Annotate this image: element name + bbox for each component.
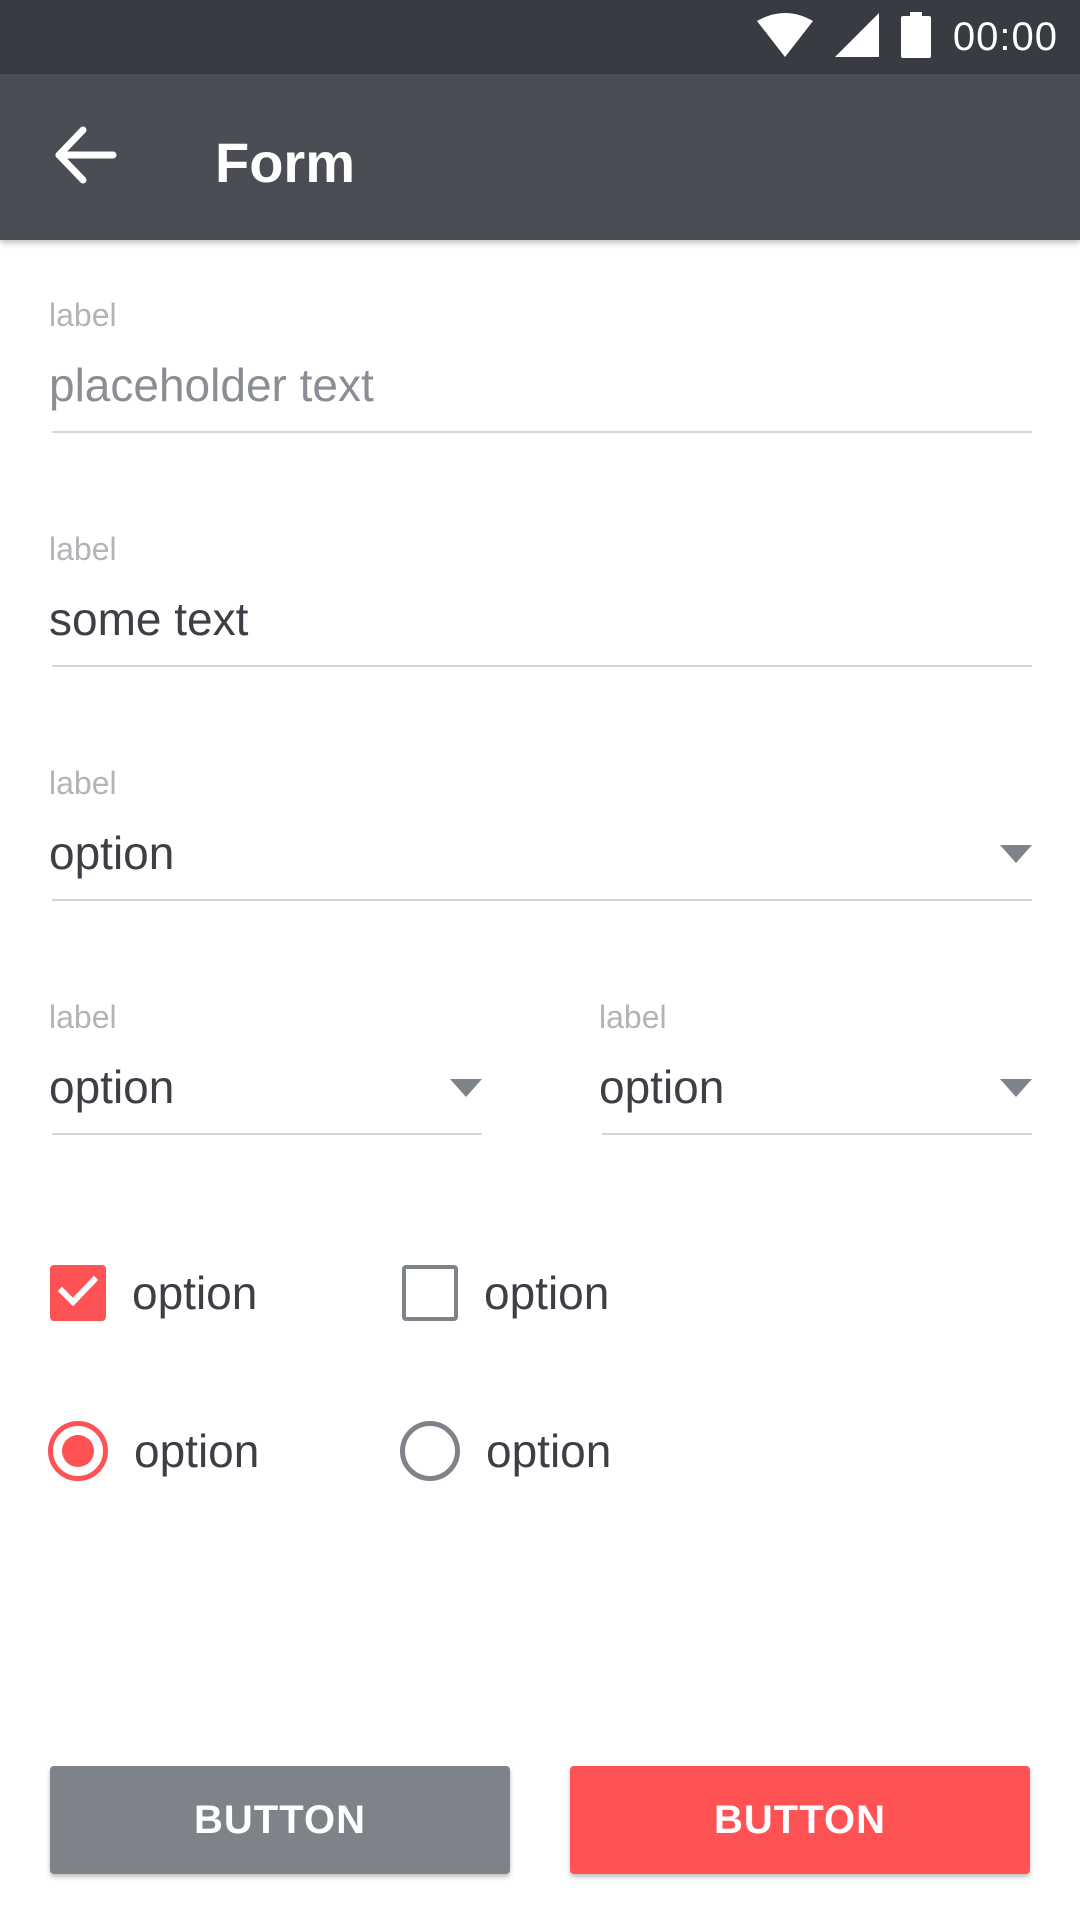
field-label: label: [49, 297, 117, 333]
arrow-left-icon: [53, 126, 117, 189]
radio-label: option: [134, 1425, 260, 1477]
checkbox-option-checked[interactable]: option: [50, 1263, 257, 1323]
primary-button[interactable]: BUTTON: [570, 1766, 1030, 1874]
text-input-1[interactable]: [49, 357, 1032, 413]
signal-icon: [834, 12, 879, 62]
checkbox-option-unchecked[interactable]: option: [402, 1263, 609, 1323]
text-field-placeholder: label: [49, 295, 1032, 433]
page-title: Form: [215, 131, 355, 194]
radio-unselected[interactable]: [400, 1421, 460, 1481]
chevron-down-icon: [1000, 845, 1032, 863]
select-value: option: [49, 827, 175, 879]
field-underline: [52, 1133, 482, 1135]
battery-icon: [900, 11, 931, 63]
field-label: label: [49, 531, 117, 567]
checkbox-checked[interactable]: [50, 1265, 106, 1321]
field-underline: [52, 431, 1032, 433]
select-label: label: [49, 999, 117, 1035]
chevron-down-icon: [1000, 1079, 1032, 1097]
select-field-left[interactable]: label option: [49, 997, 482, 1135]
radio-option-unselected[interactable]: option: [400, 1421, 611, 1481]
app-bar: Form: [0, 74, 1080, 240]
select-value: option: [599, 1061, 725, 1113]
wifi-icon: [756, 12, 813, 62]
checkbox-label: option: [484, 1267, 610, 1319]
select-field-right[interactable]: label option: [599, 997, 1032, 1135]
checkbox-unchecked[interactable]: [402, 1265, 458, 1321]
text-input-2[interactable]: [49, 591, 1032, 647]
radio-option-selected[interactable]: option: [48, 1421, 259, 1481]
radio-label: option: [486, 1425, 612, 1477]
check-icon: [57, 1275, 99, 1312]
back-button[interactable]: [40, 114, 130, 200]
radio-selected[interactable]: [48, 1421, 108, 1481]
status-bar: 00:00: [0, 0, 1080, 74]
field-underline: [52, 899, 1032, 901]
field-underline: [602, 1133, 1032, 1135]
select-value: option: [49, 1061, 175, 1113]
select-field-full[interactable]: label option: [49, 763, 1032, 901]
status-time: 00:00: [952, 14, 1058, 59]
radio-dot: [62, 1435, 94, 1467]
field-underline: [52, 665, 1032, 667]
secondary-button[interactable]: BUTTON: [50, 1766, 510, 1874]
chevron-down-icon: [450, 1079, 482, 1097]
checkbox-label: option: [132, 1267, 258, 1319]
select-label: label: [49, 765, 117, 801]
select-label: label: [599, 999, 667, 1035]
status-icons: 00:00: [756, 0, 1058, 74]
text-field-filled: label: [49, 529, 1032, 667]
